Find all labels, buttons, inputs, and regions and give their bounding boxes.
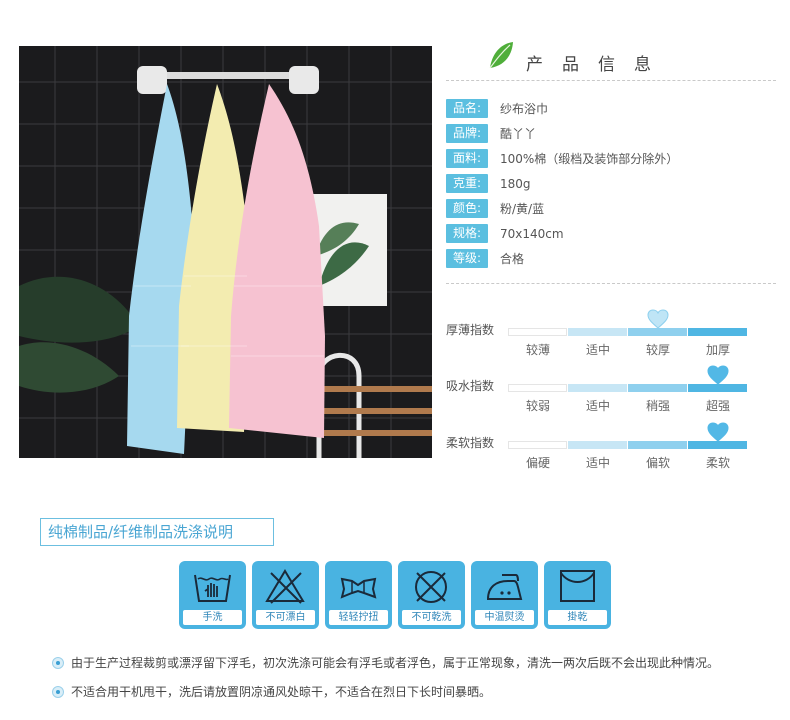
index-option: 适中 <box>585 399 610 413</box>
index-label: 厚薄指数 <box>446 323 495 337</box>
leaf-icon <box>489 42 513 69</box>
info-row-brand: 品牌: 酷丫丫 <box>446 121 776 146</box>
hang-dry-card: 掛乾 <box>544 561 611 629</box>
info-label: 品名: <box>446 99 488 118</box>
bullet-icon <box>52 656 64 669</box>
info-label: 等级: <box>446 249 488 268</box>
info-label: 规格: <box>446 224 488 243</box>
care-label: 轻轻拧扭 <box>329 610 388 625</box>
index-option: 较厚 <box>645 343 670 357</box>
care-note: 由于生产过程裁剪或漂浮留下浮毛，初次洗涤可能会有浮毛或者浮色，属于正常现象，清洗… <box>52 654 719 671</box>
info-header: 产品信息 <box>486 38 776 78</box>
info-title: 产品信息 <box>526 55 670 75</box>
info-label: 克重: <box>446 174 488 193</box>
info-row-grade: 等级: 合格 <box>446 246 776 271</box>
no-bleach-card: 不可漂白 <box>252 561 319 629</box>
no-dry-clean-icon <box>415 571 447 603</box>
hand-wash-icon <box>194 574 231 602</box>
index-label: 吸水指数 <box>446 379 495 393</box>
info-divider <box>446 283 776 284</box>
absorbency-index: 吸水指数 较弱 适中 稍强 超强 <box>446 365 776 417</box>
product-info-list: 品名: 纱布浴巾 品牌: 酷丫丫 面料: 100%棉（缎档及装饰部分除外） 克重… <box>446 96 776 271</box>
index-option: 适中 <box>585 343 610 357</box>
no-dry-clean-card: 不可乾洗 <box>398 561 465 629</box>
index-segment <box>628 384 687 392</box>
info-value: 合格 <box>500 252 525 266</box>
care-label: 不可乾洗 <box>402 610 461 625</box>
heart-icon <box>707 365 729 385</box>
gentle-wring-icon <box>340 577 377 599</box>
care-icons: 手洗 不可漂白 轻轻拧扭 不可乾洗 中温熨烫 掛乾 <box>179 561 617 629</box>
index-segment <box>688 384 747 392</box>
index-option: 偏软 <box>645 456 670 470</box>
index-segment <box>688 441 747 449</box>
index-option: 适中 <box>585 456 610 470</box>
info-label: 面料: <box>446 149 488 168</box>
care-note-text: 由于生产过程裁剪或漂浮留下浮毛，初次洗涤可能会有浮毛或者浮色，属于正常现象，清洗… <box>71 656 720 670</box>
index-options: 较薄 适中 较厚 加厚 <box>508 341 748 358</box>
index-option: 稍强 <box>645 399 670 413</box>
care-label: 中温熨烫 <box>475 610 534 625</box>
care-note: 不适合用干机甩干，洗后请放置阴凉通风处晾干，不适合在烈日下长时间暴晒。 <box>52 683 491 700</box>
info-row-name: 品名: 纱布浴巾 <box>446 96 776 121</box>
care-note-text: 不适合用干机甩干，洗后请放置阴凉通风处晾干，不适合在烈日下长时间暴晒。 <box>71 685 492 699</box>
index-segment <box>568 384 627 392</box>
index-option: 超强 <box>705 399 730 413</box>
info-value: 70x140cm <box>500 226 564 241</box>
index-option: 柔软 <box>705 456 730 470</box>
info-value: 100%棉（缎档及装饰部分除外） <box>500 152 679 166</box>
index-segment <box>568 441 627 449</box>
header-divider <box>446 80 776 81</box>
thickness-index: 厚薄指数 较薄 适中 较厚 加厚 <box>446 309 776 361</box>
bullet-icon <box>52 685 64 698</box>
index-segment <box>688 328 747 336</box>
medium-iron-icon <box>486 574 523 600</box>
index-options: 偏硬 适中 偏软 柔软 <box>508 454 748 471</box>
no-bleach-icon <box>265 569 305 604</box>
hand-wash-card: 手洗 <box>179 561 246 629</box>
index-segment <box>568 328 627 336</box>
medium-iron-card: 中温熨烫 <box>471 561 538 629</box>
index-segment <box>628 328 687 336</box>
heart-icon <box>647 309 669 329</box>
softness-index: 柔软指数 偏硬 适中 偏软 柔软 <box>446 422 776 474</box>
index-option: 加厚 <box>705 343 730 357</box>
care-label: 手洗 <box>183 610 242 625</box>
info-row-color: 颜色: 粉/黄/蓝 <box>446 196 776 221</box>
info-row-size: 规格: 70x140cm <box>446 221 776 246</box>
index-segment <box>508 384 567 392</box>
index-bar <box>508 441 748 449</box>
index-segment <box>508 328 567 336</box>
info-label: 颜色: <box>446 199 488 218</box>
index-segment <box>508 441 567 449</box>
gentle-wring-card: 轻轻拧扭 <box>325 561 392 629</box>
info-value: 酷丫丫 <box>500 127 537 141</box>
index-segment <box>628 441 687 449</box>
index-label: 柔软指数 <box>446 436 495 450</box>
care-label: 掛乾 <box>548 610 607 625</box>
index-option: 较薄 <box>525 343 550 357</box>
info-value: 纱布浴巾 <box>500 102 549 116</box>
info-label: 品牌: <box>446 124 488 143</box>
product-photo <box>19 46 432 458</box>
info-value: 180g <box>500 176 531 191</box>
care-label: 不可漂白 <box>256 610 315 625</box>
info-value: 粉/黄/蓝 <box>500 202 545 216</box>
care-title: 纯棉制品/纤维制品洗涤说明 <box>40 518 274 546</box>
info-row-fabric: 面料: 100%棉（缎档及装饰部分除外） <box>446 146 776 171</box>
index-option: 较弱 <box>525 399 550 413</box>
index-options: 较弱 适中 稍强 超强 <box>508 397 748 414</box>
index-bar <box>508 384 748 392</box>
heart-icon <box>707 422 729 442</box>
hang-dry-icon <box>560 570 595 602</box>
index-bar <box>508 328 748 336</box>
info-row-weight: 克重: 180g <box>446 171 776 196</box>
index-option: 偏硬 <box>525 456 550 470</box>
